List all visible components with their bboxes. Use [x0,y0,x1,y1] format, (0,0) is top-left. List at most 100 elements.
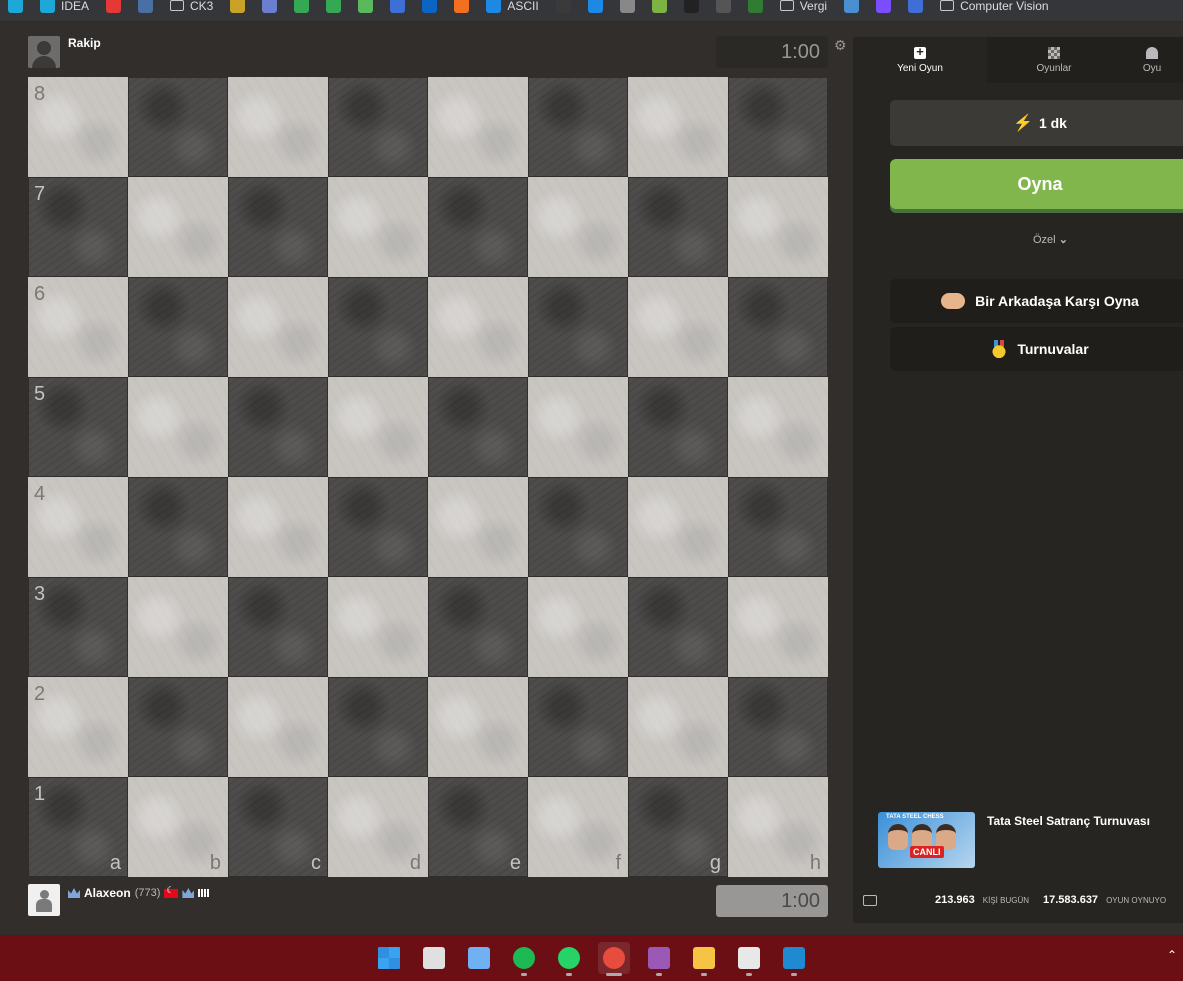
bookmark-item[interactable]: IDEA [40,0,89,13]
board-square-c8[interactable] [228,77,328,177]
board-square-b5[interactable] [128,377,228,477]
chess-board[interactable]: 87654321abcdefgh [28,77,828,877]
board-square-b3[interactable] [128,577,228,677]
board-square-f8[interactable] [528,77,628,177]
chat-icon[interactable] [863,894,877,906]
bookmark-item[interactable] [683,0,699,13]
board-square-d5[interactable] [328,377,428,477]
board-square-b4[interactable] [128,477,228,577]
board-square-e5[interactable] [428,377,528,477]
board-square-b7[interactable] [128,177,228,277]
board-square-g5[interactable] [628,377,728,477]
bookmark-item[interactable]: Computer Vision [940,0,1049,13]
board-square-e4[interactable] [428,477,528,577]
bookmark-item[interactable] [651,0,667,13]
board-square-c6[interactable] [228,277,328,377]
board-square-e6[interactable] [428,277,528,377]
bookmark-item[interactable] [454,0,470,13]
board-square-d3[interactable] [328,577,428,677]
board-square-f2[interactable] [528,677,628,777]
bookmark-item[interactable] [422,0,438,13]
vscode-icon[interactable] [778,942,810,976]
tab-games[interactable]: Oyunlar [987,37,1121,83]
board-square-e3[interactable] [428,577,528,677]
bookmark-item[interactable] [587,0,603,13]
play-button[interactable]: Oyna [890,159,1183,209]
bookmark-item[interactable]: CK3 [170,0,213,13]
tab-new-game[interactable]: Yeni Oyun [853,37,987,83]
board-square-d1[interactable]: d [328,777,428,877]
gear-icon[interactable]: ⚙ [834,38,848,52]
board-square-f6[interactable] [528,277,628,377]
board-square-g2[interactable] [628,677,728,777]
board-square-d7[interactable] [328,177,428,277]
board-square-d4[interactable] [328,477,428,577]
board-square-c3[interactable] [228,577,328,677]
board-square-f7[interactable] [528,177,628,277]
board-square-g4[interactable] [628,477,728,577]
board-square-b6[interactable] [128,277,228,377]
custom-options-toggle[interactable]: Özel ⌄ [1033,233,1068,246]
board-square-e2[interactable] [428,677,528,777]
board-square-g1[interactable]: g [628,777,728,877]
bookmark-item[interactable] [326,0,342,13]
spotify-icon[interactable] [508,942,540,976]
time-control-button[interactable]: ⚡ 1 dk [890,100,1183,146]
tray-chevron-up-icon[interactable]: ⌃ [1167,948,1177,962]
windows-start-icon[interactable] [373,942,405,974]
board-square-a8[interactable]: 8 [28,77,128,177]
bookmark-item[interactable] [844,0,860,13]
player-avatar[interactable] [28,884,60,916]
board-square-e7[interactable] [428,177,528,277]
board-square-d6[interactable] [328,277,428,377]
bookmark-item[interactable] [747,0,763,13]
bookmark-item[interactable] [358,0,374,13]
board-square-h8[interactable] [728,77,828,177]
bookmark-item[interactable]: ASCII [486,0,539,13]
board-square-d2[interactable] [328,677,428,777]
board-square-f4[interactable] [528,477,628,577]
tournament-promo[interactable]: TATA STEEL CHESS CANLI Tata Steel Satran… [878,812,1150,868]
board-square-d8[interactable] [328,77,428,177]
player-name[interactable]: Alaxeon [84,886,131,900]
bookmark-item[interactable] [294,0,310,13]
bookmark-item[interactable] [908,0,924,13]
board-square-h1[interactable]: h [728,777,828,877]
bookmark-item[interactable] [138,0,154,13]
board-square-f1[interactable]: f [528,777,628,877]
board-square-h5[interactable] [728,377,828,477]
bookmark-item[interactable] [230,0,246,13]
board-square-a2[interactable]: 2 [28,677,128,777]
photos-icon[interactable] [463,942,495,974]
board-square-h3[interactable] [728,577,828,677]
bookmark-item[interactable] [106,0,122,13]
board-square-a6[interactable]: 6 [28,277,128,377]
board-square-e8[interactable] [428,77,528,177]
bookmark-item[interactable] [555,0,571,13]
tab-players[interactable]: Oyu [1121,37,1183,83]
board-square-c4[interactable] [228,477,328,577]
board-square-a4[interactable]: 4 [28,477,128,577]
bookmark-item[interactable] [619,0,635,13]
board-square-a3[interactable]: 3 [28,577,128,677]
bookmark-item[interactable] [262,0,278,13]
board-square-c1[interactable]: c [228,777,328,877]
affinity-icon[interactable] [643,942,675,976]
board-square-h2[interactable] [728,677,828,777]
board-square-c2[interactable] [228,677,328,777]
board-square-c5[interactable] [228,377,328,477]
board-square-h4[interactable] [728,477,828,577]
bookmark-item[interactable] [715,0,731,13]
promo-title[interactable]: Tata Steel Satranç Turnuvası [987,814,1150,868]
board-square-b2[interactable] [128,677,228,777]
bookmark-item[interactable] [876,0,892,13]
board-square-g8[interactable] [628,77,728,177]
board-square-f5[interactable] [528,377,628,477]
board-square-b8[interactable] [128,77,228,177]
board-square-h7[interactable] [728,177,828,277]
promo-thumbnail[interactable]: TATA STEEL CHESS CANLI [878,812,975,868]
whatsapp-icon[interactable] [553,942,585,976]
board-square-g6[interactable] [628,277,728,377]
task-view-icon[interactable] [418,942,450,974]
board-square-a7[interactable]: 7 [28,177,128,277]
